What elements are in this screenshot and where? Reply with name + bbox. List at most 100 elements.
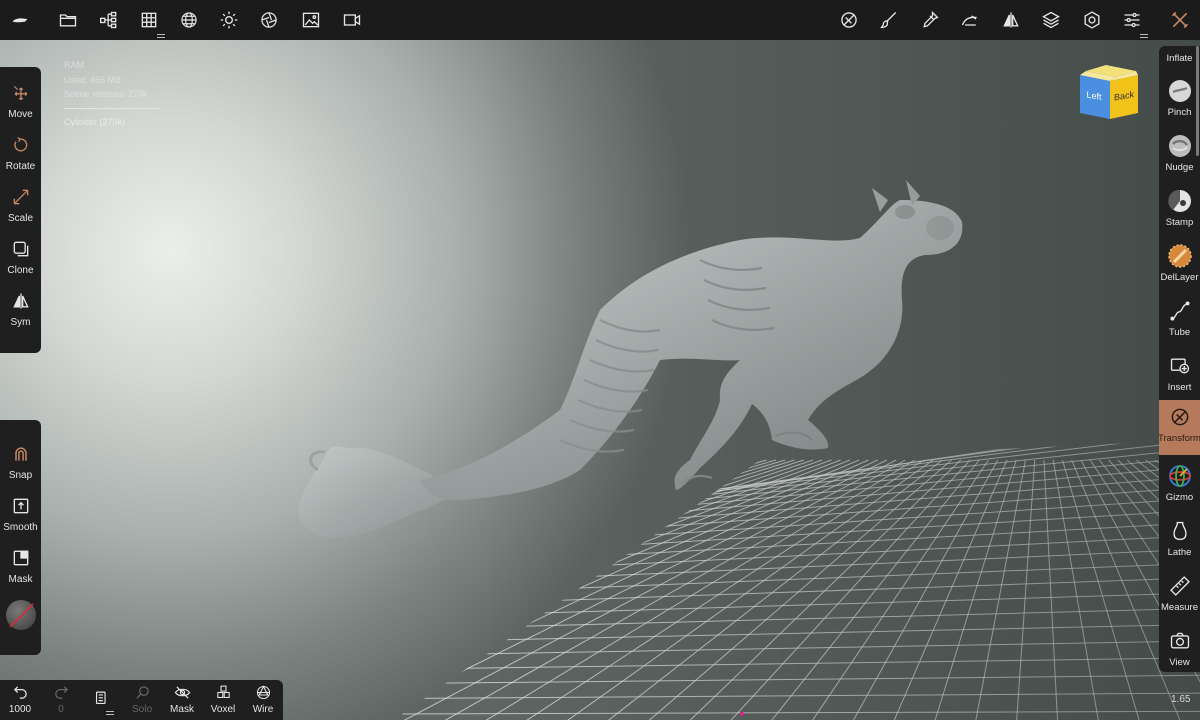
slash-icon [9,603,34,628]
dellayer-tool-button[interactable]: DelLayer [1159,239,1200,294]
transform-label: Transform [1159,433,1200,444]
rotate-icon [13,136,27,152]
lathe-tool-button[interactable]: Lathe [1159,514,1200,569]
nomad-logo-icon[interactable] [6,6,34,34]
stamp-tool-button[interactable]: Stamp [1159,184,1200,239]
insert-tool-button[interactable]: Insert [1159,349,1200,404]
tool-no-transform-icon[interactable] [835,6,863,34]
right-tool-panel[interactable]: Inflate Pinch Nudge Stamp DelLayer Tube [1159,46,1200,672]
right-panel-scrollbar[interactable] [1196,46,1199,156]
nudge-tool-button[interactable]: Nudge [1159,129,1200,184]
transform-tool-button[interactable]: Transform [1159,400,1200,455]
solo-label: Solo [131,704,152,715]
layers-icon[interactable] [1037,6,1065,34]
mask-visibility-button[interactable]: Mask [162,684,202,720]
pinch-icon [1167,78,1193,104]
pinch-label: Pinch [1167,107,1192,118]
stamp-label: Stamp [1165,217,1194,228]
scale-tool-button[interactable]: Scale [0,181,41,233]
pinch-tool-button[interactable]: Pinch [1159,74,1200,129]
inflate-tool-button[interactable]: Inflate [1159,46,1200,75]
scene-tree-icon[interactable] [95,6,123,34]
nudge-label: Nudge [1165,162,1194,173]
clone-tool-label: Clone [7,265,34,276]
document-list-icon [95,691,106,705]
wire-label: Wire [252,704,274,715]
voxel-label: Voxel [210,704,236,715]
mask-toggle[interactable]: Mask [0,542,41,594]
eye-hidden-icon [174,686,190,699]
transform-icon [1167,404,1193,430]
3d-viewport[interactable] [0,40,1200,720]
folder-icon[interactable] [54,6,82,34]
lathe-label: Lathe [1167,547,1192,558]
material-swatch[interactable] [6,600,36,630]
clone-tool-button[interactable]: Clone [0,233,41,285]
rotate-tool-label: Rotate [5,161,36,172]
solo-button[interactable]: Solo [122,684,162,720]
measure-tool-button[interactable]: Measure [1159,569,1200,624]
mask-icon [13,550,28,566]
rotate-tool-button[interactable]: Rotate [0,129,41,181]
voxel-button[interactable]: Voxel [203,684,243,720]
active-mesh-name[interactable]: Cylinder (270k) [64,115,160,130]
magnet-icon [14,447,27,461]
light-sun-icon[interactable] [215,6,243,34]
camera-view-icon [1167,628,1193,654]
cursor-dot [740,712,744,716]
wire-sphere-icon [256,685,270,700]
redo-button[interactable]: 0 [41,684,81,720]
background-image-icon[interactable] [297,6,325,34]
sym-tool-label: Sym [10,317,31,328]
mesh-list-button[interactable] [81,684,121,720]
scale-icon [13,189,28,205]
gizmo-icon [1167,463,1193,489]
ram-label: RAM [64,60,84,70]
wireframe-sphere-icon[interactable] [175,6,203,34]
lathe-icon [1167,518,1193,544]
gizmo-tool-button[interactable]: Gizmo [1159,459,1200,514]
top-toolbar [0,0,1200,40]
undo-button[interactable]: 1000 [0,684,40,720]
app-version: 1.65 [1171,694,1191,705]
settings-gear-icon[interactable] [1078,6,1106,34]
stroke-settings-icon[interactable] [956,6,984,34]
camera-video-icon[interactable] [338,6,366,34]
scale-tool-label: Scale [7,213,33,224]
del-layer-icon [1167,243,1193,269]
topology-grid-icon[interactable] [135,6,165,38]
symmetry-icon[interactable] [997,6,1025,34]
dellayer-label: DelLayer [1160,272,1199,283]
paint-brush-icon[interactable] [875,6,903,34]
view-cube[interactable]: Left Back [1078,63,1140,121]
smooth-toggle[interactable]: Smooth [0,490,41,542]
stamp-icon [1167,188,1193,214]
material-shading-icon[interactable] [255,6,283,34]
tube-tool-button[interactable]: Tube [1159,294,1200,349]
view-tool-button[interactable]: View [1159,624,1200,672]
scene-vertices: Scene vertices: 270k [64,89,148,99]
sym-tool-button[interactable]: Sym [0,285,41,337]
dropper-icon[interactable] [916,6,944,34]
measure-icon [1167,573,1193,599]
scene-info-overlay: RAM Used: 465 MB Scene vertices: 270k Cy… [64,58,160,129]
mesh-list-underline [106,711,114,715]
view-label: View [1169,657,1190,668]
move-tool-label: Move [8,109,33,120]
tools-crossed-icon[interactable] [1166,6,1194,34]
clone-icon [13,241,28,257]
smooth-icon [13,498,28,514]
undo-count: 1000 [8,704,32,715]
gizmo-label: Gizmo [1165,492,1194,503]
search-icon [135,686,149,699]
menu-sliders-icon[interactable] [1118,6,1148,38]
snap-toggle[interactable]: Snap [0,438,41,490]
redo-icon [54,686,68,699]
move-tool-button[interactable]: Move [0,77,41,129]
ram-used: Used: 465 MB [64,74,122,85]
wire-button[interactable]: Wire [243,684,283,720]
info-divider [64,107,160,109]
undo-icon [13,686,27,699]
sculpt-model[interactable] [0,40,1200,720]
symmetry-icon [12,293,29,309]
